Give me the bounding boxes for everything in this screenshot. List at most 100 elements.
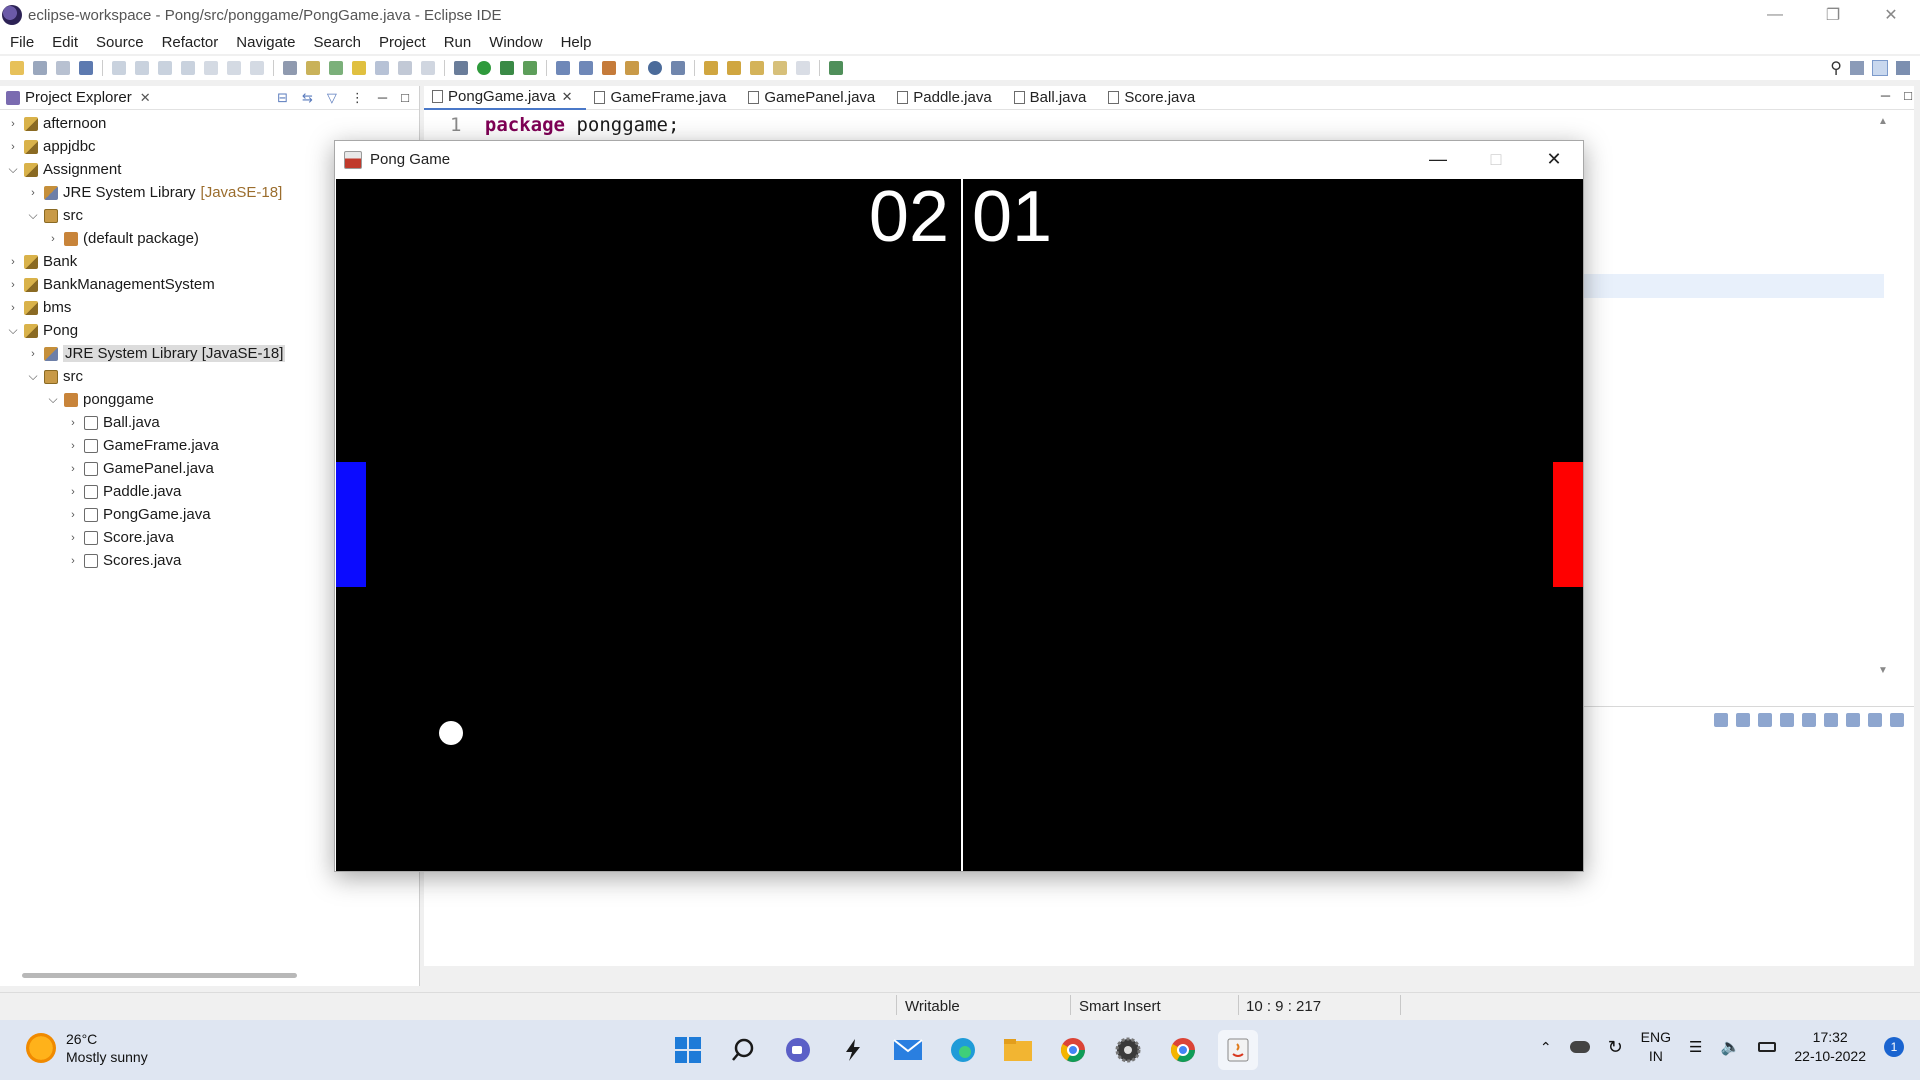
close-tab-icon[interactable]: ✕ (562, 89, 573, 105)
vertical-scrollbar[interactable]: ▲ ▼ (1878, 116, 1892, 676)
chevron-right-icon[interactable]: › (66, 486, 80, 498)
mark-occurrences-icon[interactable] (329, 61, 343, 75)
debug-perspective-icon[interactable] (1896, 61, 1910, 75)
tab-score[interactable]: Score.java (1100, 86, 1209, 110)
scroll-down-icon[interactable]: ▼ (1878, 665, 1888, 676)
chevron-right-icon[interactable]: › (66, 555, 80, 567)
word-wrap-icon[interactable] (1802, 713, 1816, 727)
onedrive-icon[interactable] (1569, 1041, 1590, 1053)
new-class-icon[interactable] (602, 61, 616, 75)
forward-icon[interactable] (796, 61, 810, 75)
step-into-icon[interactable] (204, 61, 218, 75)
file-explorer-icon[interactable] (998, 1030, 1038, 1070)
game-court[interactable]: 02 01 (336, 179, 1583, 871)
chevron-right-icon[interactable]: › (66, 417, 80, 429)
step-return-icon[interactable] (250, 61, 264, 75)
external-tools-icon[interactable] (523, 61, 537, 75)
chevron-right-icon[interactable]: › (66, 440, 80, 452)
display-console-icon[interactable] (1868, 713, 1882, 727)
pong-title-bar[interactable]: Pong Game — □ ✕ (335, 141, 1583, 178)
block-select-icon[interactable] (375, 61, 389, 75)
menu-search[interactable]: Search (313, 34, 361, 51)
open-perspective-icon[interactable] (1850, 61, 1864, 75)
chevron-right-icon[interactable]: › (6, 118, 20, 130)
menu-project[interactable]: Project (379, 34, 426, 51)
coverage-icon[interactable] (500, 61, 514, 75)
search-tool-icon[interactable] (671, 61, 685, 75)
resume-icon[interactable] (112, 61, 126, 75)
save-icon[interactable] (33, 61, 47, 75)
settings-icon[interactable] (1108, 1030, 1148, 1070)
pin-console-icon[interactable] (1846, 713, 1860, 727)
chevron-right-icon[interactable]: › (66, 532, 80, 544)
save-all-icon[interactable] (56, 61, 70, 75)
pong-minimize-icon[interactable]: — (1409, 141, 1467, 178)
open-console-icon[interactable] (1890, 713, 1904, 727)
chevron-right-icon[interactable]: › (6, 279, 20, 291)
tab-ponggame[interactable]: PongGame.java ✕ (424, 85, 587, 110)
filter-icon[interactable]: ▽ (327, 90, 337, 106)
show-whitespace-icon[interactable] (421, 61, 435, 75)
menu-edit[interactable]: Edit (52, 34, 78, 51)
chevron-right-icon[interactable]: › (66, 463, 80, 475)
winscp-icon[interactable] (833, 1030, 873, 1070)
chevron-down-icon[interactable]: ⌵ (6, 323, 20, 338)
menu-source[interactable]: Source (96, 34, 144, 51)
chevron-right-icon[interactable]: › (46, 233, 60, 245)
show-console-icon[interactable] (1824, 713, 1838, 727)
chevron-down-icon[interactable]: ⌵ (46, 392, 60, 407)
remove-all-icon[interactable] (1736, 713, 1750, 727)
mail-icon[interactable] (888, 1030, 928, 1070)
chevron-down-icon[interactable]: ⌵ (26, 369, 40, 384)
clear-console-icon[interactable] (1758, 713, 1772, 727)
previous-annotation-icon[interactable] (727, 61, 741, 75)
minimize-editor-icon[interactable]: ─ (1881, 88, 1890, 103)
java-taskbar-icon[interactable] (1218, 1030, 1258, 1070)
maximize-editor-icon[interactable]: □ (1904, 88, 1912, 103)
run-icon[interactable] (477, 61, 491, 75)
chevron-down-icon[interactable]: ⌵ (6, 162, 20, 177)
scroll-lock-icon[interactable] (1780, 713, 1794, 727)
debug-icon[interactable] (454, 61, 468, 75)
back-icon[interactable] (773, 61, 787, 75)
weather-widget[interactable]: 26°C Mostly sunny (26, 1030, 148, 1066)
view-menu-icon[interactable]: ⋮ (351, 90, 364, 106)
menu-file[interactable]: File (10, 34, 34, 51)
minimize-view-icon[interactable]: ─ (378, 90, 387, 106)
chevron-right-icon[interactable]: › (6, 302, 20, 314)
search-taskbar-icon[interactable] (723, 1030, 763, 1070)
suspend-icon[interactable] (135, 61, 149, 75)
tab-paddle[interactable]: Paddle.java (889, 86, 1005, 110)
outline-icon[interactable] (283, 61, 297, 75)
chevron-right-icon[interactable]: › (66, 509, 80, 521)
terminate-icon[interactable] (158, 61, 172, 75)
pong-close-icon[interactable]: ✕ (1525, 141, 1583, 178)
link-with-editor-icon[interactable]: ⇆ (302, 90, 313, 106)
clock[interactable]: 17:32 22-10-2022 (1794, 1028, 1866, 1066)
start-menu-icon[interactable] (668, 1030, 708, 1070)
edge-browser-icon[interactable] (943, 1030, 983, 1070)
teams-chat-icon[interactable] (778, 1030, 818, 1070)
close-icon[interactable]: ✕ (1862, 0, 1920, 30)
last-edit-icon[interactable] (750, 61, 764, 75)
globe-icon[interactable] (648, 61, 662, 75)
maximize-icon[interactable]: ❐ (1804, 0, 1862, 30)
battery-icon[interactable] (1758, 1042, 1777, 1052)
new-package-icon[interactable] (579, 61, 593, 75)
chevron-right-icon[interactable]: › (26, 348, 40, 360)
tab-gamepanel[interactable]: GamePanel.java (740, 86, 889, 110)
menu-help[interactable]: Help (561, 34, 592, 51)
language-indicator[interactable]: ENG IN (1641, 1028, 1671, 1066)
chevron-right-icon[interactable]: › (26, 187, 40, 199)
menu-window[interactable]: Window (489, 34, 542, 51)
refactor-icon[interactable] (306, 61, 320, 75)
whitespace-icon[interactable] (398, 61, 412, 75)
horizontal-scrollbar[interactable] (22, 973, 297, 978)
tab-gameframe[interactable]: GameFrame.java (586, 86, 740, 110)
chevron-right-icon[interactable]: › (6, 256, 20, 268)
pin-editor-icon[interactable] (829, 61, 843, 75)
sync-icon[interactable]: ↻ (1608, 1037, 1623, 1058)
menu-refactor[interactable]: Refactor (162, 34, 219, 51)
maximize-view-icon[interactable]: □ (401, 90, 409, 106)
minimize-icon[interactable]: — (1746, 0, 1804, 30)
